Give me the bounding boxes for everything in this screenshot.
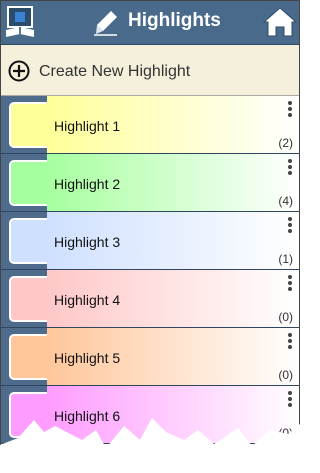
highlight-label: Highlight 5: [54, 350, 121, 366]
overflow-menu-icon[interactable]: [287, 274, 293, 292]
create-new-highlight-label: Create New Highlight: [39, 63, 191, 80]
create-new-highlight-button[interactable]: Create New Highlight: [1, 45, 299, 96]
header-bar: Highlights: [1, 1, 299, 45]
highlight-color-swatch: [9, 218, 47, 264]
highlight-item[interactable]: Highlight 2 (4): [9, 154, 299, 211]
highlight-count: (0): [278, 310, 293, 324]
highlight-count: (1): [278, 252, 293, 266]
highlight-color-swatch: [9, 334, 47, 380]
overflow-menu-icon[interactable]: [287, 332, 293, 350]
highlight-color-swatch: [9, 160, 47, 206]
highlight-count: (4): [278, 194, 293, 208]
highlight-row[interactable]: Highlight 1 (2): [1, 96, 299, 154]
highlight-row[interactable]: Highlight 3 (1): [1, 212, 299, 270]
home-icon[interactable]: [263, 6, 297, 38]
highlight-label: Highlight 1: [54, 118, 121, 134]
bible-book-icon[interactable]: [5, 6, 35, 40]
page-title: Highlights: [128, 10, 221, 31]
highlight-count: (2): [278, 136, 293, 150]
highlight-count: (0): [278, 368, 293, 382]
highlight-item[interactable]: Highlight 1 (2): [9, 96, 299, 153]
highlight-row[interactable]: Highlight 5 (0): [1, 328, 299, 386]
highlight-label: Highlight 2: [54, 176, 121, 192]
overflow-menu-icon[interactable]: [287, 390, 293, 408]
highlighter-pen-icon: [94, 11, 117, 36]
highlight-color-swatch: [9, 276, 47, 322]
highlight-label: Highlight 4: [54, 292, 121, 308]
highlight-row[interactable]: Highlight 2 (4): [1, 154, 299, 212]
highlight-list: Highlight 1 (2) Highlight 2 (4) Highlight 3 (…: [1, 96, 299, 444]
highlight-item[interactable]: Highlight 5 (0): [9, 328, 299, 385]
highlight-color-swatch: [9, 102, 47, 148]
highlight-label: Highlight 3: [54, 234, 121, 250]
overflow-menu-icon[interactable]: [287, 100, 293, 118]
overflow-menu-icon[interactable]: [287, 216, 293, 234]
highlight-item[interactable]: Highlight 4 (0): [9, 270, 299, 327]
overflow-menu-icon[interactable]: [287, 158, 293, 176]
highlight-item[interactable]: Highlight 3 (1): [9, 212, 299, 269]
torn-edge: [0, 418, 300, 473]
plus-circle-icon: [8, 60, 30, 82]
highlight-row[interactable]: Highlight 4 (0): [1, 270, 299, 328]
